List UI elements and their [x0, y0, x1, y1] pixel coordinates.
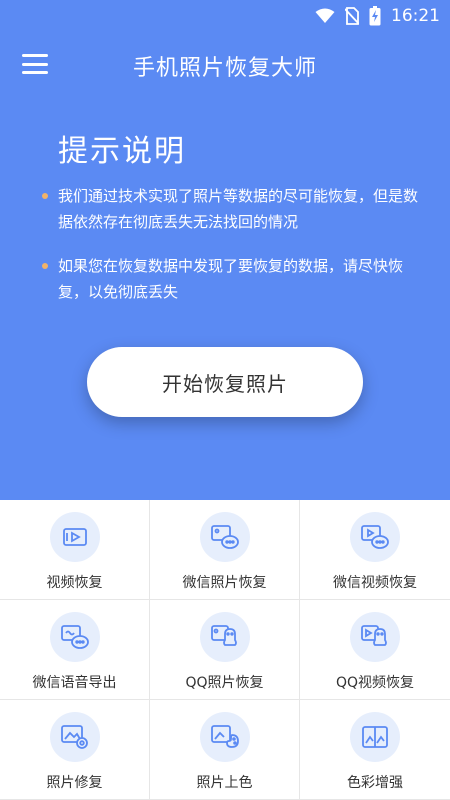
feature-label: QQ视频恢复 [335, 675, 415, 691]
clock: 16:21 [391, 6, 440, 26]
wechat-voice-icon [49, 612, 100, 662]
video-icon [49, 512, 100, 562]
color-enhance-icon [350, 712, 400, 762]
feature-color-enhance[interactable]: 色彩增强 [300, 700, 450, 800]
tip-text: 如果您在恢复数据中发现了要恢复的数据，请尽快恢复，以免彻底丢失 [58, 257, 404, 301]
feature-label: 微信视频恢复 [333, 575, 417, 591]
feature-photo-colorize[interactable]: 照片上色 [150, 700, 300, 800]
feature-wechat-voice-export[interactable]: 微信语音导出 [0, 600, 150, 700]
feature-qq-video-recovery[interactable]: QQ视频恢复 [300, 600, 450, 700]
feature-wechat-video-recovery[interactable]: 微信视频恢复 [300, 500, 450, 600]
photo-color-icon [199, 712, 250, 762]
feature-label: 照片修复 [46, 775, 103, 791]
bullet-dot-icon [42, 263, 48, 269]
feature-label: QQ照片恢复 [185, 675, 264, 691]
feature-label: 微信语音导出 [32, 675, 117, 691]
feature-video-recovery[interactable]: 视频恢复 [0, 500, 150, 600]
qq-photo-icon [199, 612, 250, 662]
feature-label: 色彩增强 [347, 775, 403, 791]
tips-title: 提示说明 [58, 134, 186, 169]
app-title: 手机照片恢复大师 [132, 56, 317, 81]
qq-video-icon [350, 612, 400, 662]
feature-qq-photo-recovery[interactable]: QQ照片恢复 [150, 600, 300, 700]
no-sim-icon [345, 7, 359, 25]
feature-label: 照片上色 [196, 775, 253, 791]
feature-label: 视频恢复 [46, 575, 103, 591]
start-recovery-button[interactable]: 开始恢复照片 [87, 347, 363, 417]
bullet-dot-icon [42, 193, 48, 199]
photo-repair-icon [49, 712, 100, 762]
tip-text: 我们通过技术实现了照片等数据的尽可能恢复，但是数据依然存在彻底丢失无法找回的情况 [58, 187, 419, 231]
feature-photo-repair[interactable]: 照片修复 [0, 700, 150, 800]
wechat-video-icon [350, 512, 400, 562]
wifi-icon [315, 8, 335, 24]
battery-charging-icon [369, 6, 381, 26]
feature-grid: 视频恢复 微信照片恢复 微信视频恢复 微信语音导出 QQ照片恢复 QQ视频恢复 … [0, 500, 450, 800]
hero-banner: 16:21 手机照片恢复大师 提示说明 我们通过技术实现了照片等数据的尽可能恢复… [0, 0, 450, 500]
feature-label: 微信照片恢复 [182, 575, 267, 591]
status-bar: 16:21 [0, 0, 450, 32]
feature-wechat-photo-recovery[interactable]: 微信照片恢复 [150, 500, 300, 600]
tip-item: 如果您在恢复数据中发现了要恢复的数据，请尽快恢复，以免彻底丢失 [42, 253, 418, 305]
app-bar: 手机照片恢复大师 [0, 36, 450, 92]
tip-item: 我们通过技术实现了照片等数据的尽可能恢复，但是数据依然存在彻底丢失无法找回的情况 [42, 183, 419, 235]
wechat-photo-icon [199, 512, 250, 562]
